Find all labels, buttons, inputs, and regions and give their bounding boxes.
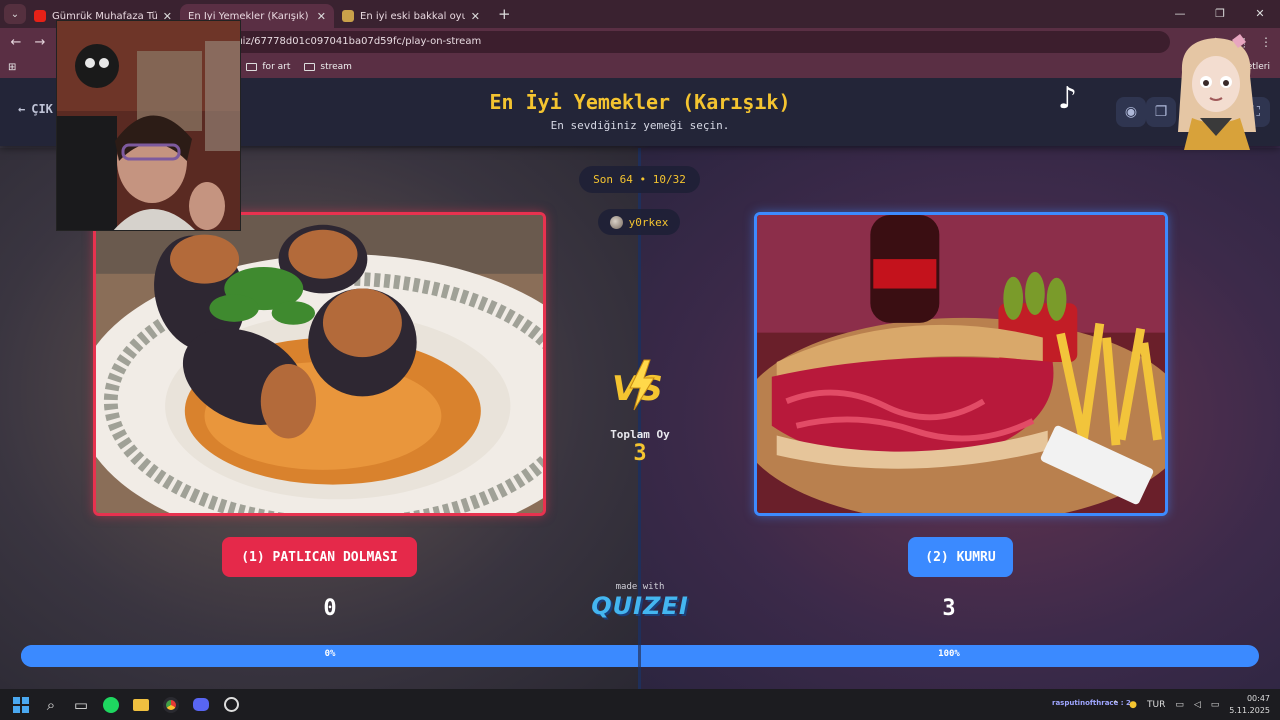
total-votes-label: Toplam Oy: [610, 428, 670, 441]
option-left-votes: 0: [323, 596, 337, 621]
user-badge: y0rkex: [598, 209, 680, 235]
vs-badge: VS: [612, 359, 663, 411]
minimize-icon[interactable]: —: [1160, 0, 1200, 28]
url-field[interactable]: quiz/67778d01c097041ba07d59fc/play-on-st…: [80, 31, 1170, 53]
close-window-icon[interactable]: ✕: [1240, 0, 1280, 28]
chevron-up-icon[interactable]: ⌃: [1112, 700, 1120, 710]
monitor-icon[interactable]: ▭: [1175, 700, 1184, 710]
option-right-votes: 3: [942, 596, 956, 621]
search-icon[interactable]: ⌕: [36, 690, 66, 720]
obs-icon[interactable]: [216, 690, 246, 720]
option-left-button[interactable]: (1) PATLICAN DOLMASI: [222, 537, 417, 577]
option-right-button[interactable]: (2) KUMRU: [908, 537, 1013, 577]
windows-start-icon[interactable]: [6, 690, 36, 720]
option-right-image[interactable]: [754, 212, 1168, 516]
browser-tab[interactable]: En iyi eski bakkal oyuncakları - ✕: [334, 4, 488, 28]
clock-date: 5.11.2025: [1229, 705, 1270, 715]
maximize-icon[interactable]: ❐: [1200, 0, 1240, 28]
close-icon[interactable]: ✕: [471, 10, 480, 23]
folder-icon: [246, 63, 258, 71]
clock-time: 00:47: [1246, 693, 1270, 703]
bookmark-folder[interactable]: for art: [246, 62, 290, 72]
forward-arrow-icon[interactable]: →: [28, 35, 52, 50]
tiktok-icon: ♪: [1058, 81, 1078, 116]
eye-icon[interactable]: ◉: [1116, 97, 1146, 127]
folder-icon: [304, 63, 316, 71]
round-badge: Son 64 • 10/32: [579, 166, 700, 193]
vote-progress-bar: 0% 100%: [21, 645, 1259, 667]
windows-taskbar: ⌕ ▭ rasputinofthrace : 2 ⌃ ● TUR ▭ ◁ ▭ 0…: [0, 689, 1280, 720]
total-votes-value: 3: [633, 441, 647, 466]
file-explorer-icon[interactable]: [126, 690, 156, 720]
new-tab-button[interactable]: +: [498, 5, 511, 23]
apps-grid-icon[interactable]: ⊞: [8, 62, 16, 73]
clock[interactable]: 00:47 5.11.2025: [1229, 693, 1270, 717]
volume-icon[interactable]: ◁: [1194, 700, 1201, 710]
tab-title: En iyi eski bakkal oyuncakları -: [360, 10, 465, 22]
option-left-image[interactable]: [93, 212, 546, 516]
bookmark-folder[interactable]: stream: [304, 62, 352, 72]
language-indicator[interactable]: TUR: [1147, 700, 1165, 710]
system-tray: ⌃ ● TUR ▭ ◁ ▭ 00:47 5.11.2025: [1112, 689, 1270, 720]
back-arrow-icon[interactable]: ←: [4, 35, 28, 50]
microphone-icon[interactable]: ●: [1129, 700, 1137, 710]
username: y0rkex: [628, 215, 669, 229]
discord-icon[interactable]: [186, 690, 216, 720]
webcam-feed: [57, 21, 240, 230]
webcam-overlay: [56, 20, 241, 231]
spotify-icon[interactable]: [96, 690, 126, 720]
site-icon: [342, 10, 354, 22]
close-icon[interactable]: ✕: [317, 10, 326, 23]
vtuber-avatar-overlay: [1178, 34, 1256, 150]
battery-icon[interactable]: ▭: [1211, 700, 1220, 710]
progress-divider: [638, 645, 641, 667]
avatar: [609, 215, 623, 229]
bookmark-label: for art: [262, 62, 291, 72]
made-with-label: made with: [615, 582, 665, 592]
window-controls: — ❐ ✕: [1160, 0, 1280, 28]
bookmark-label: stream: [320, 62, 352, 72]
eggplant-dolma-illustration: [96, 215, 543, 513]
task-view-icon[interactable]: ▭: [66, 690, 96, 720]
progress-right-percent: 100%: [938, 649, 960, 659]
kumru-illustration: [757, 215, 1165, 513]
tab-search-button[interactable]: ⌄: [4, 4, 26, 24]
youtube-icon: [34, 10, 46, 22]
chrome-icon[interactable]: [156, 690, 186, 720]
progress-left-percent: 0%: [324, 649, 336, 659]
quizei-logo[interactable]: QUIZEI: [585, 592, 695, 620]
